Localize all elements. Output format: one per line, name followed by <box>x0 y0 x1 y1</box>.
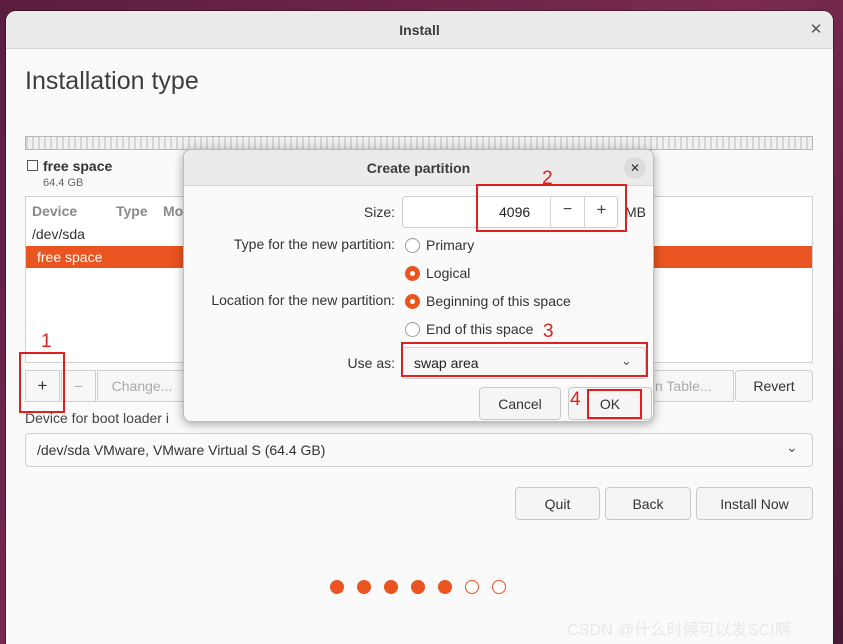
change-partition-button[interactable]: Change... <box>97 370 187 402</box>
option-beginning[interactable]: Beginning of this space <box>426 293 571 309</box>
close-icon[interactable]: ✕ <box>806 20 826 40</box>
size-unit: MB <box>625 204 646 220</box>
annotation-box-2 <box>476 184 627 232</box>
radio-beginning[interactable] <box>405 294 420 309</box>
progress-dot-5 <box>438 580 452 594</box>
option-logical[interactable]: Logical <box>426 265 470 281</box>
progress-dot-7 <box>492 580 506 594</box>
progress-dot-6 <box>465 580 479 594</box>
remove-partition-button[interactable]: − <box>61 370 96 402</box>
type-label: Type for the new partition: <box>233 236 395 252</box>
bootloader-select[interactable]: /dev/sda VMware, VMware Virtual S (64.4 … <box>25 433 813 467</box>
radio-logical[interactable] <box>405 266 420 281</box>
dialog-titlebar: Create partition ✕ <box>184 150 653 186</box>
location-label: Location for the new partition: <box>211 292 395 308</box>
use-as-label: Use as: <box>347 355 395 371</box>
annotation-number-2: 2 <box>542 168 553 189</box>
column-header-type[interactable]: Type <box>116 203 148 219</box>
partition-bar <box>25 136 813 150</box>
dialog-title: Create partition <box>366 160 471 176</box>
option-end[interactable]: End of this space <box>426 321 533 337</box>
size-label: Size: <box>363 204 395 220</box>
radio-end[interactable] <box>405 322 420 337</box>
radio-primary[interactable] <box>405 238 420 253</box>
annotation-box-3 <box>401 342 648 377</box>
progress-dot-1 <box>330 580 344 594</box>
install-now-button[interactable]: Install Now <box>696 487 813 520</box>
column-header-mount[interactable]: Mo <box>163 203 183 219</box>
legend-size: 64.4 GB <box>43 177 84 189</box>
progress-dot-2 <box>357 580 371 594</box>
annotation-number-1: 1 <box>41 331 52 352</box>
close-icon[interactable]: ✕ <box>624 157 646 179</box>
window-titlebar: Install ✕ <box>6 11 833 49</box>
back-button[interactable]: Back <box>605 487 691 520</box>
bootloader-value: /dev/sda VMware, VMware Virtual S (64.4 … <box>37 442 326 458</box>
quit-button[interactable]: Quit <box>515 487 600 520</box>
progress-dot-4 <box>411 580 425 594</box>
cancel-button[interactable]: Cancel <box>479 387 561 420</box>
legend-label: free space <box>43 158 113 174</box>
annotation-number-4: 4 <box>570 389 581 410</box>
new-partition-table-button[interactable]: n Table... <box>646 370 734 402</box>
window-title: Install <box>399 22 440 38</box>
annotation-box-4 <box>587 389 642 419</box>
legend-swatch <box>27 160 38 171</box>
progress-dot-3 <box>384 580 398 594</box>
option-primary[interactable]: Primary <box>426 237 474 253</box>
revert-button[interactable]: Revert <box>735 370 813 402</box>
row-label: free space <box>37 249 103 265</box>
annotation-number-3: 3 <box>543 321 554 342</box>
table-row[interactable]: /dev/sda <box>32 226 85 242</box>
annotation-box-1 <box>19 352 65 413</box>
column-header-device[interactable]: Device <box>32 203 77 219</box>
watermark: CSDN @什么时候可以发SCI啊 <box>567 622 792 639</box>
page-title: Installation type <box>25 67 199 95</box>
chevron-down-icon: ⌄ <box>786 439 798 455</box>
